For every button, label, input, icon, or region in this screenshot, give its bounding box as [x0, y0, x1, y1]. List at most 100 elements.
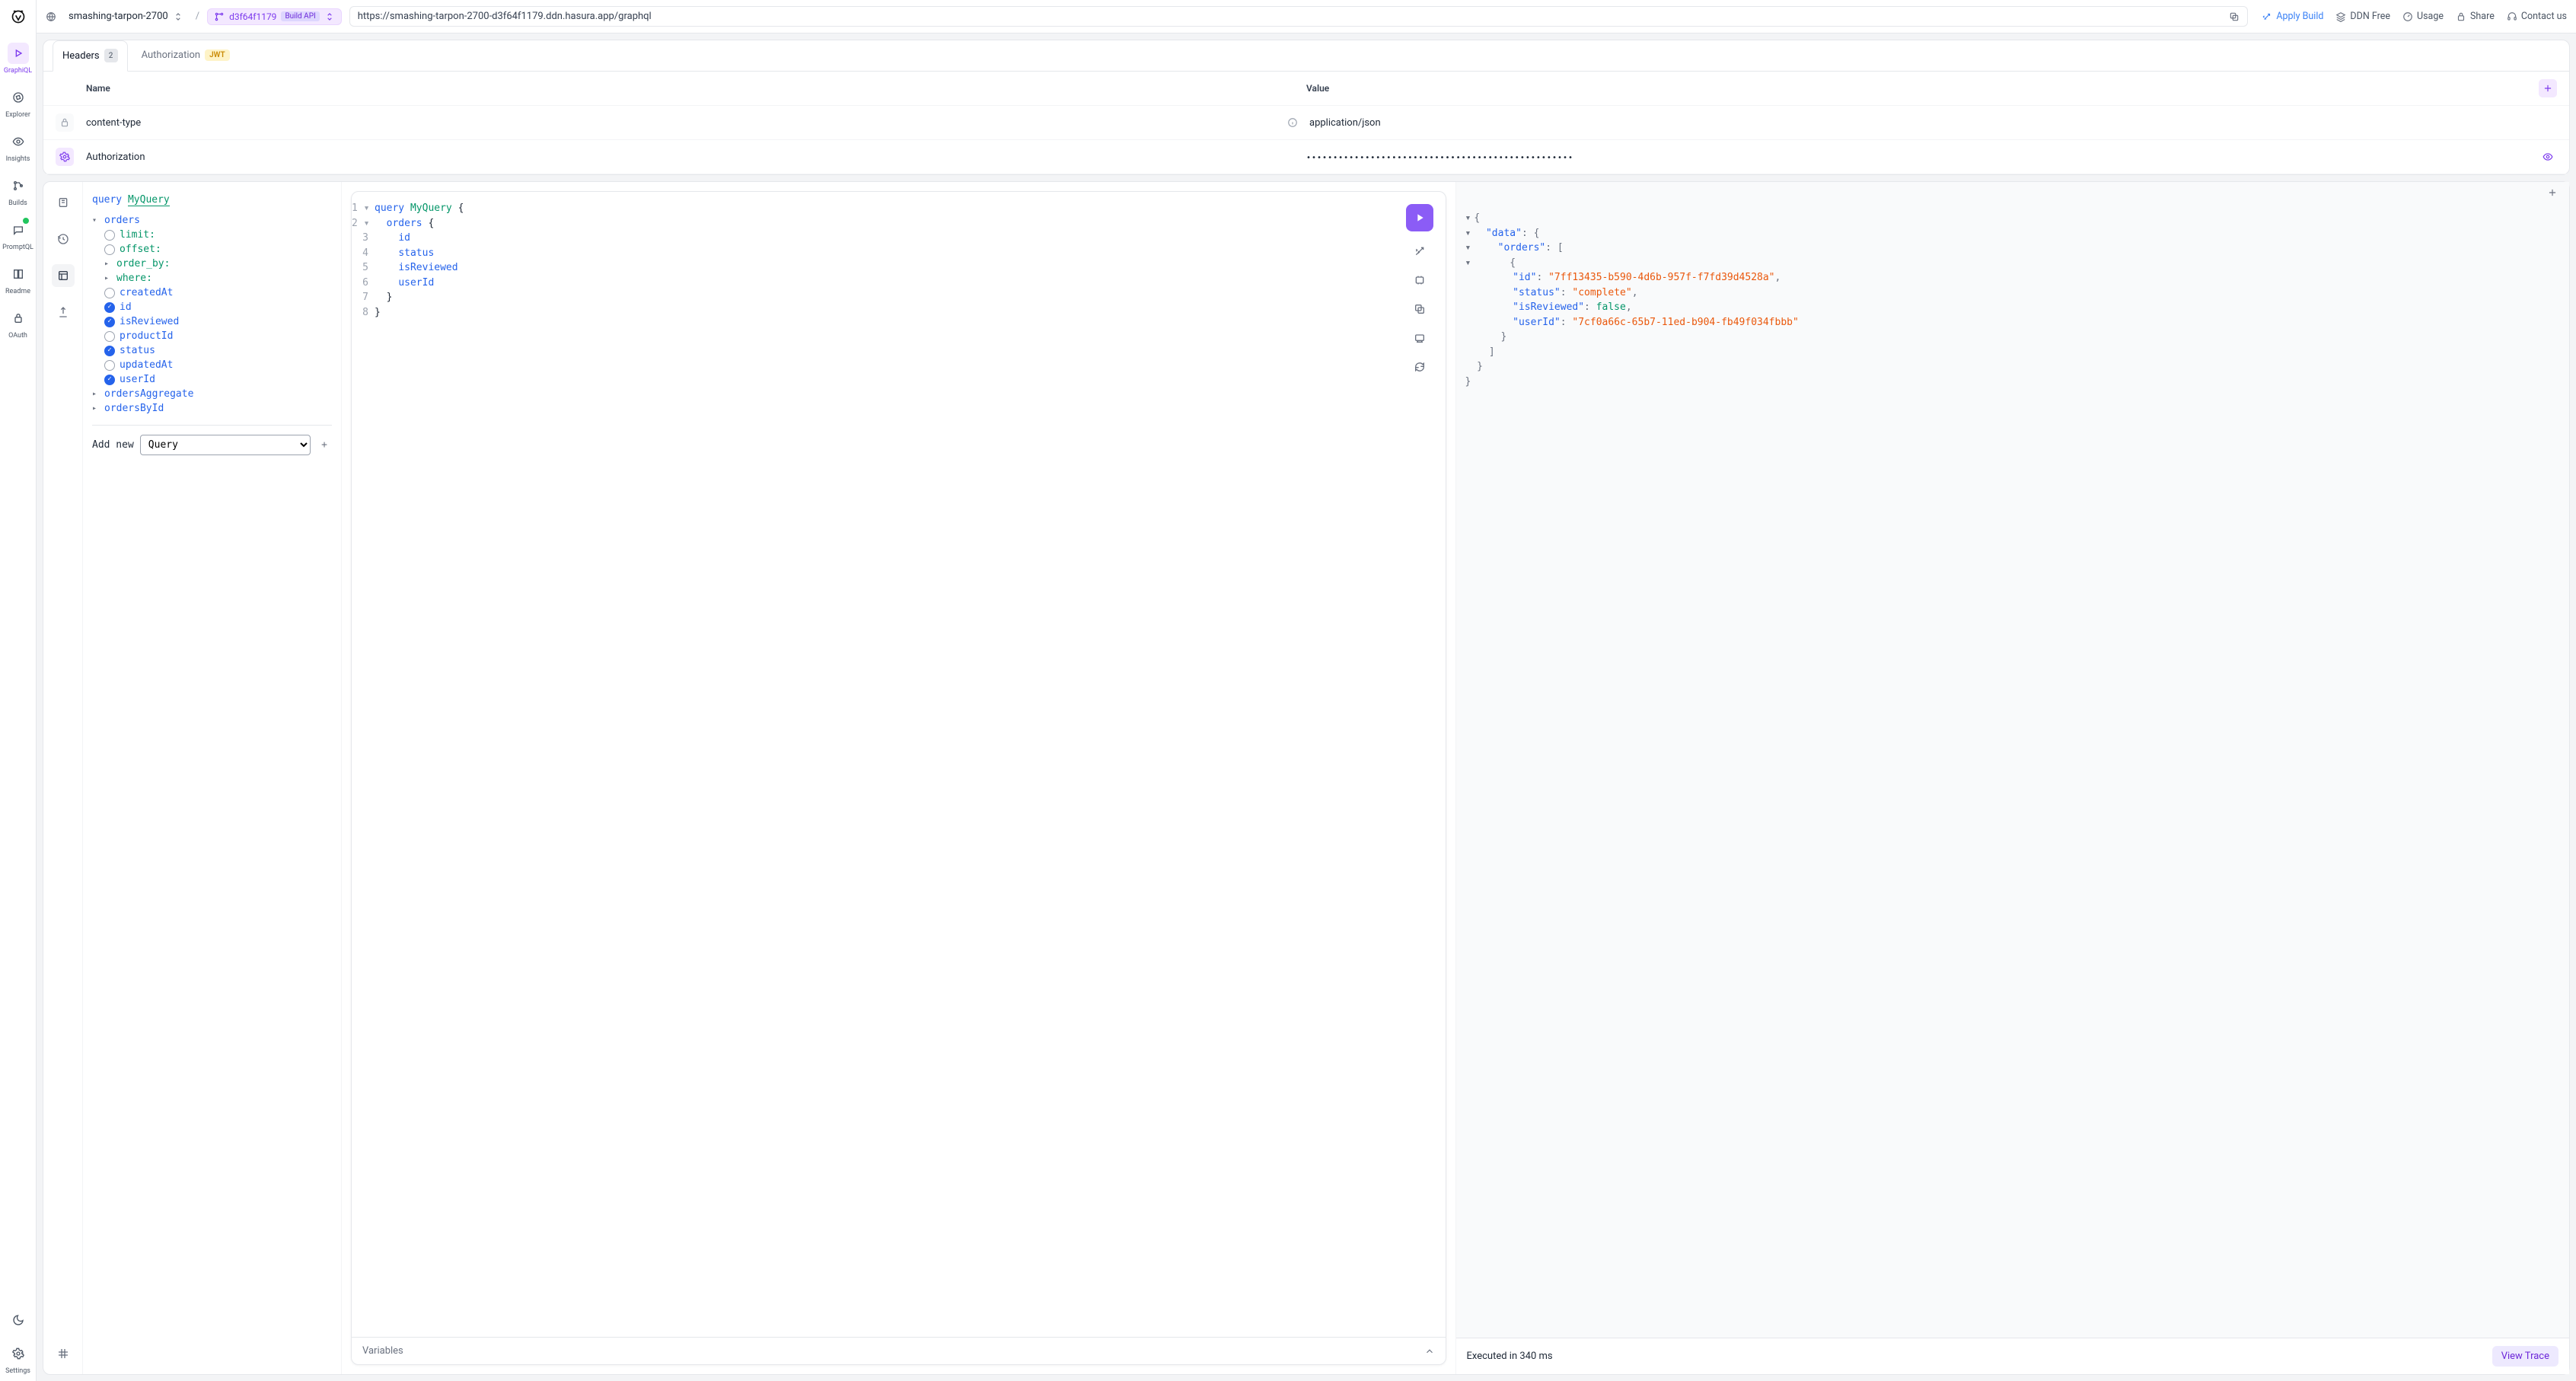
arg-orderby[interactable]: ▸order_by:	[104, 257, 332, 271]
nav-oauth[interactable]: OAuth	[3, 301, 33, 346]
project-selector[interactable]: smashing-tarpon-2700	[64, 8, 188, 25]
ddn-free-button[interactable]: DDN Free	[2335, 11, 2390, 22]
add-new-select[interactable]: Query	[140, 435, 311, 455]
share-button[interactable]: Share	[2456, 11, 2495, 22]
graphiql-toolbar	[43, 182, 83, 1374]
nav-explorer[interactable]: Explorer	[3, 81, 33, 125]
copy-button[interactable]	[1411, 300, 1429, 318]
reveal-button[interactable]	[2539, 148, 2557, 166]
nav-label: Insights	[6, 155, 30, 163]
col-header-value: Value	[1306, 83, 2527, 94]
info-icon[interactable]	[1283, 113, 1302, 132]
lock-icon	[56, 113, 74, 132]
response-body[interactable]: ▾{ ▾ "data": { ▾ "orders": [ ▾ { "id": "…	[1456, 203, 2570, 1338]
view-trace-button[interactable]: View Trace	[2492, 1346, 2558, 1367]
nav-label: OAuth	[8, 332, 27, 340]
chevron-up-icon	[1424, 1346, 1435, 1357]
response-panel: ▾{ ▾ "data": { ▾ "orders": [ ▾ { "id": "…	[1455, 182, 2570, 1374]
field-id[interactable]: id	[104, 300, 332, 314]
header-name[interactable]: content-type	[86, 117, 1306, 129]
chevron-updown-icon	[173, 11, 183, 22]
layers-icon	[2335, 11, 2346, 22]
arg-offset[interactable]: offset:	[104, 242, 332, 257]
history-button[interactable]	[52, 228, 75, 250]
build-hash: d3f64f1179	[229, 11, 276, 22]
nav-label: GraphiQL	[4, 67, 32, 75]
url-text: https://smashing-tarpon-2700-d3f64f1179.…	[358, 11, 2224, 22]
merge-button[interactable]	[1411, 271, 1429, 289]
topbar: smashing-tarpon-2700 / d3f64f1179 Build …	[37, 0, 2576, 33]
field-createdAt[interactable]: createdAt	[104, 285, 332, 300]
arg-limit[interactable]: limit:	[104, 228, 332, 242]
build-api-badge: Build API	[281, 11, 319, 21]
keyboard-shortcuts-button[interactable]	[52, 1342, 75, 1365]
query-heading[interactable]: query MyQuery	[92, 194, 332, 206]
graphiql-panel: query MyQuery ▾orders limit: offset: ▸or…	[43, 181, 2570, 1375]
headers-count-badge: 2	[104, 49, 118, 62]
field-userId[interactable]: userId	[104, 372, 332, 387]
nav-label: PromptQL	[2, 244, 33, 251]
jwt-badge: JWT	[205, 49, 230, 61]
nav-promptql[interactable]: PromptQL	[3, 213, 33, 257]
gear-icon[interactable]	[56, 148, 74, 166]
branch-icon	[214, 11, 225, 22]
headers-panel: Headers 2 Authorization JWT Name Value	[43, 40, 2570, 175]
nav-label: Readme	[5, 288, 30, 295]
add-tab-button[interactable]	[2543, 183, 2562, 202]
query-editor[interactable]: 1 ▾2 ▾345678 query MyQuery { orders { id…	[351, 191, 1446, 1365]
arg-where[interactable]: ▸where:	[104, 271, 332, 285]
wand-icon	[2262, 11, 2272, 22]
run-button[interactable]	[1406, 204, 1433, 231]
new-badge-icon	[21, 216, 30, 225]
variables-toggle[interactable]: Variables	[352, 1337, 1446, 1364]
project-name: smashing-tarpon-2700	[69, 11, 168, 22]
gauge-icon	[2402, 11, 2413, 22]
add-new-plus[interactable]: +	[317, 439, 332, 451]
copy-icon[interactable]	[2229, 11, 2240, 22]
breadcrumb-sep: /	[196, 11, 199, 22]
usage-button[interactable]: Usage	[2402, 11, 2444, 22]
contact-button[interactable]: Contact us	[2507, 11, 2567, 22]
nav-insights[interactable]: Insights	[3, 125, 33, 169]
tree-node-ordersAggregate[interactable]: ▸ordersAggregate	[92, 387, 332, 401]
prettify-button[interactable]	[1411, 242, 1429, 260]
export-button[interactable]	[52, 301, 75, 324]
tab-headers[interactable]: Headers 2	[53, 40, 128, 72]
add-new-label: Add new	[92, 439, 134, 451]
field-isReviewed[interactable]: isReviewed	[104, 314, 332, 329]
col-header-name: Name	[86, 83, 1306, 94]
docs-button[interactable]	[52, 191, 75, 214]
nav-graphiql[interactable]: GraphiQL	[3, 37, 33, 81]
build-selector[interactable]: d3f64f1179 Build API	[207, 8, 342, 25]
nav-builds[interactable]: Builds	[3, 169, 33, 213]
lock-icon	[2456, 11, 2466, 22]
header-name[interactable]: Authorization	[86, 151, 1306, 163]
header-row: Authorization ••••••••••••••••••••••••••…	[43, 140, 2569, 174]
refresh-button[interactable]	[1411, 358, 1429, 376]
nav-label: Explorer	[5, 111, 30, 119]
hasura-logo[interactable]	[8, 6, 29, 27]
explorer-button[interactable]	[52, 264, 75, 287]
endpoint-url[interactable]: https://smashing-tarpon-2700-d3f64f1179.…	[349, 6, 2249, 27]
execution-time: Executed in 340 ms	[1467, 1351, 1553, 1362]
field-productId[interactable]: productId	[104, 329, 332, 343]
header-value-masked[interactable]: ••••••••••••••••••••••••••••••••••••••••…	[1306, 154, 1573, 162]
tree-node-orders[interactable]: ▾orders	[92, 213, 332, 228]
add-header-button[interactable]	[2539, 79, 2557, 97]
nav-settings[interactable]: Settings	[3, 1337, 33, 1381]
nav-label: Builds	[8, 199, 27, 207]
field-status[interactable]: status	[104, 343, 332, 358]
document-explorer: query MyQuery ▾orders limit: offset: ▸or…	[83, 182, 342, 1374]
share-query-button[interactable]	[1411, 329, 1429, 347]
globe-icon	[46, 11, 56, 22]
field-updatedAt[interactable]: updatedAt	[104, 358, 332, 372]
header-value[interactable]: application/json	[1309, 117, 1381, 129]
main-sidebar: GraphiQL Explorer Insights Builds Prompt…	[0, 0, 37, 1381]
tree-node-ordersById[interactable]: ▸ordersById	[92, 401, 332, 416]
theme-toggle[interactable]	[3, 1303, 33, 1337]
header-row: content-type application/json	[43, 106, 2569, 140]
chevron-updown-icon	[324, 11, 335, 22]
tab-authorization[interactable]: Authorization JWT	[132, 42, 239, 70]
nav-readme[interactable]: Readme	[3, 257, 33, 301]
apply-build-button[interactable]: Apply Build	[2262, 11, 2323, 22]
